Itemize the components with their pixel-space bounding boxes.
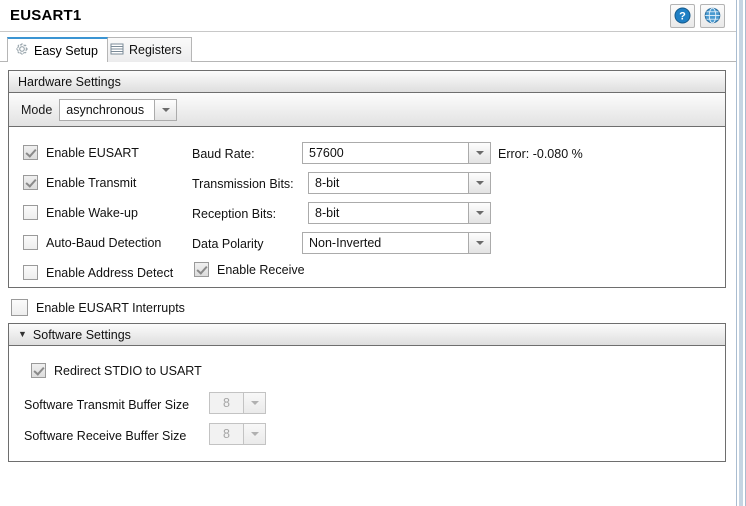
software-receive-buffer-arrow[interactable] xyxy=(243,423,266,445)
checkbox-enable-address-detect[interactable]: Enable Address Detect xyxy=(23,265,173,280)
mode-label: Mode xyxy=(21,102,53,117)
checkbox-auto-baud-detection[interactable]: Auto-Baud Detection xyxy=(23,235,161,250)
checkbox-enable-transmit-label: Enable Transmit xyxy=(46,175,137,190)
gear-icon xyxy=(15,42,29,59)
hardware-settings-header: Hardware Settings xyxy=(9,71,725,93)
checkbox-enable-wakeup[interactable]: Enable Wake-up xyxy=(23,205,138,220)
baud-rate-label: Baud Rate: xyxy=(192,147,255,161)
transmission-bits-combobox[interactable]: 8-bit xyxy=(308,172,491,194)
transmission-bits-combobox-value: 8-bit xyxy=(308,172,468,194)
checkbox-enable-transmit-box[interactable] xyxy=(23,175,38,190)
software-transmit-buffer-arrow[interactable] xyxy=(243,392,266,414)
baud-rate-error-text: Error: -0.080 % xyxy=(498,147,583,161)
data-polarity-label: Data Polarity xyxy=(192,237,264,251)
checkbox-enable-wakeup-box[interactable] xyxy=(23,205,38,220)
reception-bits-combobox[interactable]: 8-bit xyxy=(308,202,491,224)
checkbox-enable-eusart-label: Enable EUSART xyxy=(46,145,139,160)
eusart-configuration-window: EUSART1 ? Easy Setup Registers Hardware … xyxy=(0,0,746,506)
checkbox-enable-eusart-interrupts-label: Enable EUSART Interrupts xyxy=(36,300,185,315)
chevron-down-icon[interactable]: ▼ xyxy=(18,330,27,339)
checkbox-enable-address-detect-box[interactable] xyxy=(23,265,38,280)
software-settings-header-label: Software Settings xyxy=(32,327,131,342)
software-transmit-buffer-spinner[interactable]: 8 xyxy=(209,392,266,414)
checkbox-enable-eusart[interactable]: Enable EUSART xyxy=(23,145,139,160)
data-polarity-combobox-arrow[interactable] xyxy=(468,232,491,254)
software-receive-buffer-spinner[interactable]: 8 xyxy=(209,423,266,445)
window-title-bar: EUSART1 ? xyxy=(0,0,736,32)
transmission-bits-combobox-arrow[interactable] xyxy=(468,172,491,194)
checkbox-enable-receive[interactable]: Enable Receive xyxy=(194,262,305,277)
datasheet-button[interactable] xyxy=(700,4,725,28)
mode-combobox-arrow[interactable] xyxy=(154,98,178,121)
checkbox-enable-eusart-interrupts[interactable]: Enable EUSART Interrupts xyxy=(11,299,185,316)
data-polarity-combobox[interactable]: Non-Inverted xyxy=(302,232,491,254)
software-transmit-buffer-value: 8 xyxy=(209,392,243,414)
page-title: EUSART1 xyxy=(10,7,82,24)
right-edge-scrollbar[interactable] xyxy=(736,0,746,506)
hardware-settings-header-label: Hardware Settings xyxy=(18,74,121,89)
software-settings-header[interactable]: ▼ Software Settings xyxy=(9,324,725,346)
help-button[interactable]: ? xyxy=(670,4,695,28)
checkbox-redirect-stdio[interactable]: Redirect STDIO to USART xyxy=(31,363,202,378)
reception-bits-combobox-arrow[interactable] xyxy=(468,202,491,224)
baud-rate-combobox-value: 57600 xyxy=(302,142,468,164)
software-receive-buffer-label: Software Receive Buffer Size xyxy=(24,429,187,443)
checkbox-enable-receive-label: Enable Receive xyxy=(217,262,305,277)
mode-combobox-value: asynchronous xyxy=(59,98,155,121)
data-polarity-combobox-value: Non-Inverted xyxy=(302,232,468,254)
svg-text:?: ? xyxy=(679,11,686,23)
baud-rate-combobox[interactable]: 57600 xyxy=(302,142,491,164)
reception-bits-combobox-value: 8-bit xyxy=(308,202,468,224)
reception-bits-label: Reception Bits: xyxy=(192,207,277,221)
software-receive-buffer-value: 8 xyxy=(209,423,243,445)
checkbox-auto-baud-detection-box[interactable] xyxy=(23,235,38,250)
tab-registers[interactable]: Registers xyxy=(102,37,192,62)
registers-table-icon xyxy=(110,42,124,59)
transmission-bits-label: Transmission Bits: xyxy=(192,177,294,191)
tab-easy-setup[interactable]: Easy Setup xyxy=(7,37,108,63)
checkbox-redirect-stdio-label: Redirect STDIO to USART xyxy=(54,363,202,378)
checkbox-enable-eusart-box[interactable] xyxy=(23,145,38,160)
checkbox-enable-eusart-interrupts-box[interactable] xyxy=(11,299,28,316)
tab-easy-setup-label: Easy Setup xyxy=(34,43,98,58)
checkbox-enable-address-detect-label: Enable Address Detect xyxy=(46,265,174,280)
hardware-settings-panel: Hardware Settings Mode asynchronous Enab… xyxy=(8,70,726,288)
right-edge-scrollbar-thumb[interactable] xyxy=(739,0,743,506)
mode-row: Mode asynchronous xyxy=(9,93,725,127)
mode-combobox[interactable]: asynchronous xyxy=(59,98,178,121)
checkbox-enable-wakeup-label: Enable Wake-up xyxy=(46,205,138,220)
software-settings-panel: ▼ Software Settings Redirect STDIO to US… xyxy=(8,323,726,462)
tab-bar: Easy Setup Registers xyxy=(0,32,736,63)
tab-registers-label: Registers xyxy=(129,43,182,57)
baud-rate-combobox-arrow[interactable] xyxy=(468,142,491,164)
checkbox-enable-receive-box[interactable] xyxy=(194,262,209,277)
software-transmit-buffer-label: Software Transmit Buffer Size xyxy=(24,398,190,412)
checkbox-auto-baud-detection-label: Auto-Baud Detection xyxy=(46,235,162,250)
checkbox-redirect-stdio-box[interactable] xyxy=(31,363,46,378)
checkbox-enable-transmit[interactable]: Enable Transmit xyxy=(23,175,136,190)
